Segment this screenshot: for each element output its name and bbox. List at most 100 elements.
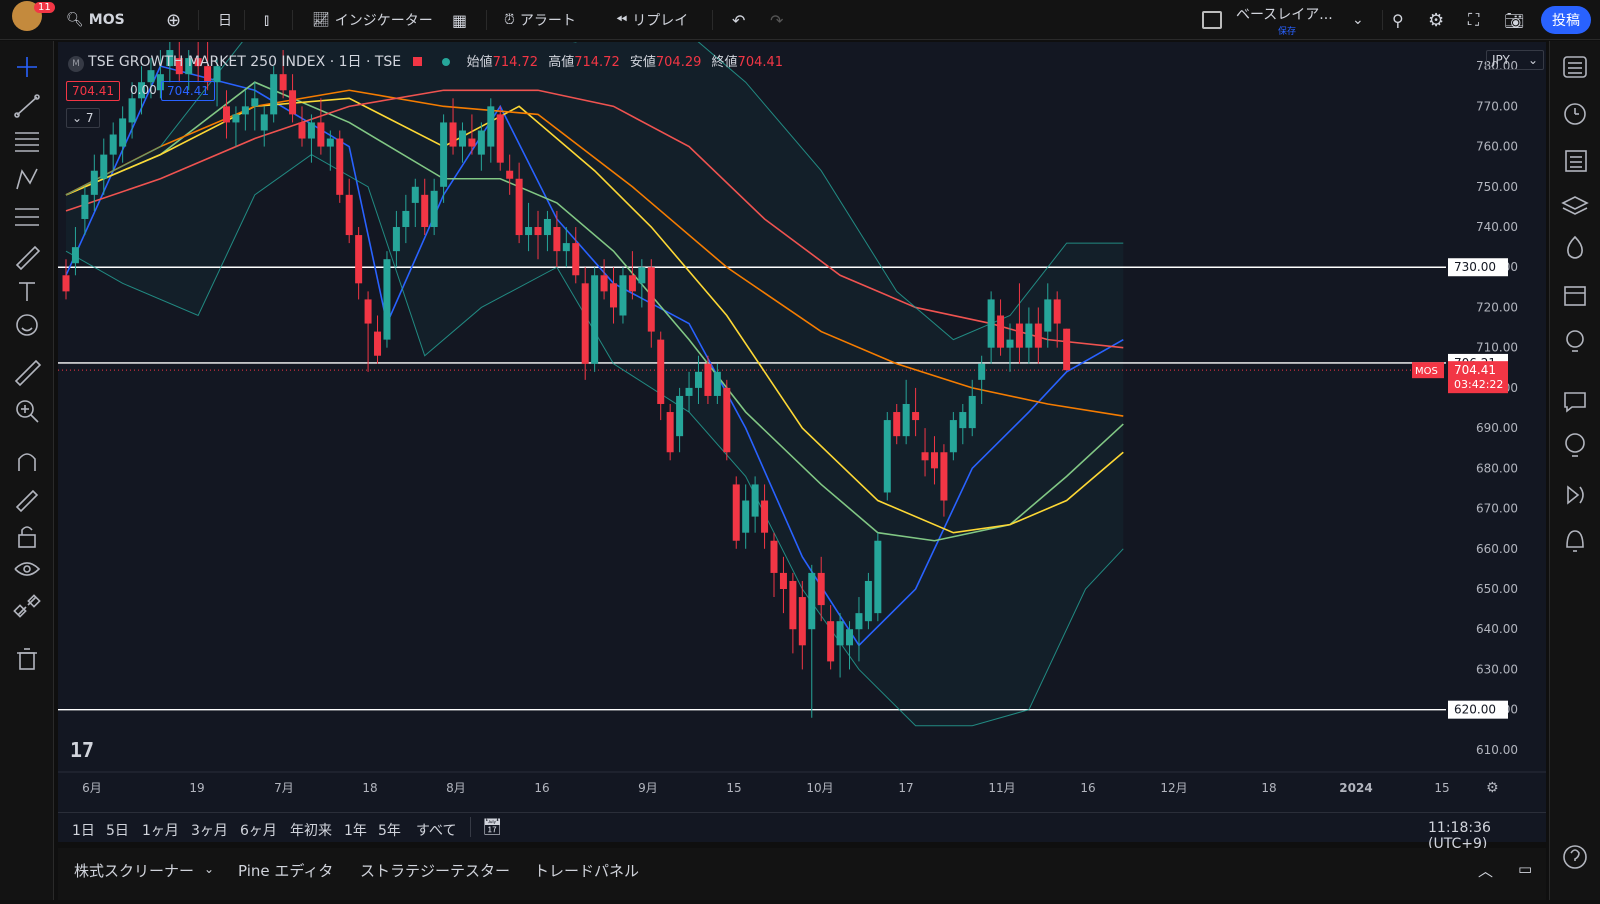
candle-body[interactable] xyxy=(732,484,740,541)
candle-body[interactable] xyxy=(449,122,457,147)
currency-select[interactable]: JPY ⌄ xyxy=(1486,50,1544,70)
candle-body[interactable] xyxy=(1006,339,1014,348)
candle-body[interactable] xyxy=(676,395,684,437)
candle-body[interactable] xyxy=(902,403,910,437)
candle-body[interactable] xyxy=(1025,323,1033,348)
object-tree-icon[interactable] xyxy=(1565,150,1587,172)
candle-body[interactable] xyxy=(723,387,731,453)
chat-icon[interactable] xyxy=(1564,392,1586,413)
candle-body[interactable] xyxy=(761,500,769,533)
candle-body[interactable] xyxy=(543,218,551,236)
candle-body[interactable] xyxy=(241,106,249,115)
candle-body[interactable] xyxy=(270,74,278,115)
candle-body[interactable] xyxy=(232,114,240,123)
candle-body[interactable] xyxy=(1044,299,1052,332)
quick-search-icon[interactable]: ⚲ xyxy=(1392,8,1404,32)
range-3m[interactable]: 3ヶ月 xyxy=(191,820,228,840)
candle-body[interactable] xyxy=(71,247,79,264)
fullscreen-icon[interactable]: ⛶ xyxy=(1468,8,1479,32)
candle-body[interactable] xyxy=(997,315,1005,348)
candle-body[interactable] xyxy=(487,106,495,147)
camera-icon[interactable]: 📷︎ xyxy=(1504,8,1524,32)
candle-body[interactable] xyxy=(685,387,693,396)
idea-lamp-icon[interactable] xyxy=(1565,433,1585,457)
candle-body[interactable] xyxy=(930,452,938,469)
candle-body[interactable] xyxy=(1063,328,1071,371)
candle-body[interactable] xyxy=(525,227,533,236)
crosshair-icon[interactable] xyxy=(17,57,37,77)
undo-icon[interactable]: ↶ xyxy=(732,8,745,32)
candle-body[interactable] xyxy=(326,138,334,147)
add-symbol-icon[interactable]: ⊕ xyxy=(166,8,181,32)
candle-body[interactable] xyxy=(883,420,891,493)
buy-price-box[interactable]: 704.41 xyxy=(161,81,215,101)
trash-icon[interactable] xyxy=(17,648,37,670)
candle-body[interactable] xyxy=(317,122,325,147)
brush-icon[interactable] xyxy=(15,245,41,271)
candle-body[interactable] xyxy=(411,186,419,203)
candle-body[interactable] xyxy=(610,283,618,308)
indicators-toggle[interactable]: ⌄ 7 xyxy=(66,108,100,128)
candle-body[interactable] xyxy=(430,190,438,228)
candle-body[interactable] xyxy=(959,412,967,429)
candle-body[interactable] xyxy=(251,98,259,107)
alarm-clock-icon[interactable] xyxy=(1564,103,1586,125)
candle-body[interactable] xyxy=(789,580,797,630)
magnet-icon[interactable] xyxy=(18,453,36,471)
candle-body[interactable] xyxy=(770,540,778,573)
candle-body[interactable] xyxy=(458,130,466,147)
redo-icon[interactable]: ↷ xyxy=(770,8,783,32)
candle-type-icon[interactable]: ⫾ xyxy=(264,8,269,32)
layout-square-icon[interactable] xyxy=(1202,11,1222,29)
symbol-search[interactable]: 🔍︎ MOS xyxy=(66,8,125,32)
candle-body[interactable] xyxy=(496,114,504,163)
emoji-icon[interactable] xyxy=(16,314,38,336)
candle-body[interactable] xyxy=(402,210,410,228)
tab-pine-editor[interactable]: Pine エディタ xyxy=(238,860,333,881)
help-icon[interactable] xyxy=(1563,845,1587,869)
candle-body[interactable] xyxy=(1015,323,1023,348)
range-5d[interactable]: 5日 xyxy=(106,820,129,840)
chevron-down-icon[interactable]: ⌄ xyxy=(204,862,214,876)
publish-button[interactable]: 投稿 xyxy=(1541,6,1591,34)
range-1y[interactable]: 1年 xyxy=(344,820,367,840)
candle-body[interactable] xyxy=(581,283,589,364)
link-icon[interactable] xyxy=(13,594,41,618)
calendar-icon[interactable] xyxy=(1564,286,1586,306)
interval-button[interactable]: 日 xyxy=(218,8,232,32)
candle-body[interactable] xyxy=(506,170,514,179)
candle-body[interactable] xyxy=(628,275,636,292)
candle-body[interactable] xyxy=(572,243,580,276)
eye-icon[interactable] xyxy=(14,562,41,576)
stay-drawing-icon[interactable] xyxy=(15,489,39,513)
range-all[interactable]: すべて xyxy=(416,820,456,840)
ideas-bulb-icon[interactable] xyxy=(1566,330,1584,352)
chevron-up-icon[interactable]: ︿ xyxy=(1478,860,1493,881)
candle-body[interactable] xyxy=(298,122,306,139)
indicators-button[interactable]: 📈︎ インジケーター xyxy=(312,8,433,32)
candle-body[interactable] xyxy=(638,267,646,284)
candle-body[interactable] xyxy=(713,371,721,396)
tab-strategy-tester[interactable]: ストラテジーテスター xyxy=(360,860,510,881)
candle-body[interactable] xyxy=(968,395,976,429)
candle-body[interactable] xyxy=(477,130,485,155)
candle-body[interactable] xyxy=(864,580,872,622)
candle-body[interactable] xyxy=(374,331,382,356)
candle-body[interactable] xyxy=(940,452,948,501)
candle-body[interactable] xyxy=(355,235,363,284)
tab-stock-screener[interactable]: 株式スクリーナー xyxy=(74,860,194,881)
price-chart[interactable]: 610.00 620.00 630.00 640.00 650.00 660.00 670.… xyxy=(58,17,1546,812)
candle-body[interactable] xyxy=(949,420,957,453)
candle-body[interactable] xyxy=(874,540,882,614)
replay-button[interactable]: ⏪︎ リプレイ xyxy=(616,8,688,32)
candle-body[interactable] xyxy=(657,339,665,404)
candle-body[interactable] xyxy=(62,275,70,292)
candle-body[interactable] xyxy=(345,194,353,236)
trendline-icon[interactable] xyxy=(14,94,40,118)
candle-body[interactable] xyxy=(90,170,98,195)
candle-body[interactable] xyxy=(100,154,108,179)
sell-price-box[interactable]: 704.41 xyxy=(66,81,120,101)
candle-body[interactable] xyxy=(1034,323,1042,348)
candle-body[interactable] xyxy=(893,412,901,437)
candle-body[interactable] xyxy=(987,299,995,348)
